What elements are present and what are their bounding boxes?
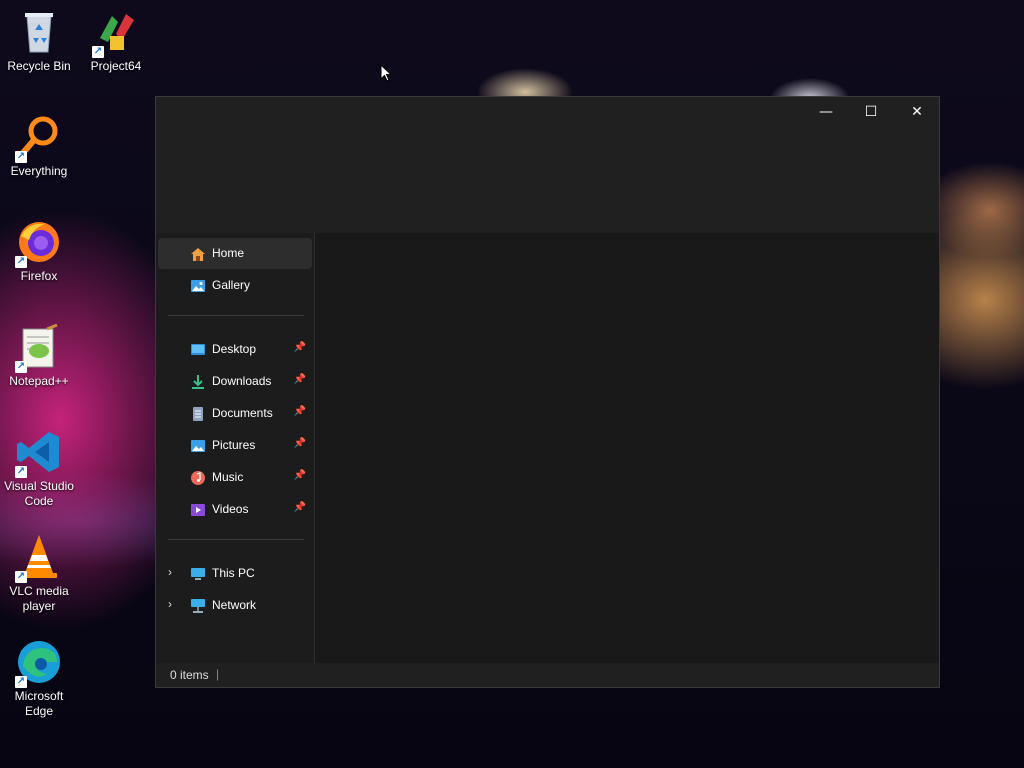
documents-icon [193,407,203,421]
nav-item-label: Videos [212,502,249,516]
close-icon: ✕ [911,104,923,120]
nav-divider [168,539,304,540]
file-explorer-window[interactable]: — ☐ ✕ Home Gallery Desktop 📌 Downloads 📌… [155,96,940,688]
vscode-icon: ↗ [15,428,63,478]
firefox-icon: ↗ [15,218,63,268]
maximize-icon: ☐ [864,104,878,120]
vlc-icon: ↗ [15,533,63,583]
shortcut-arrow-icon: ↗ [15,571,27,583]
close-button[interactable]: ✕ [894,97,940,127]
desktop-icon-everything[interactable]: ↗ Everything [1,113,77,179]
home-icon [191,248,205,261]
nav-item-desktop[interactable]: Desktop 📌 [158,334,312,365]
nav-item-label: Network [212,598,257,612]
desktop-icon-edge[interactable]: ↗ Microsoft Edge [1,638,77,719]
nav-item-label: Music [212,470,244,484]
gallery-icon [191,280,205,292]
everything-icon: ↗ [15,113,63,163]
desktop-icon-label: Visual Studio Code [4,479,74,508]
nav-item-gallery[interactable]: Gallery [158,270,312,301]
notepadpp-icon: ↗ [15,323,63,373]
network-icon [191,599,205,613]
nav-item-label: Home [212,246,245,260]
status-bar: 0 items | [156,663,939,687]
desktop-icon-label: Everything [10,164,68,178]
maximize-button[interactable]: ☐ [848,97,894,127]
desktop-icon-notepadpp[interactable]: ↗ Notepad++ [1,323,77,389]
pictures-icon [191,440,205,452]
mouse-cursor-icon [380,64,392,82]
shortcut-arrow-icon: ↗ [15,256,27,268]
nav-item-label: Downloads [212,374,272,388]
edge-icon: ↗ [15,638,63,688]
nav-item-home[interactable]: Home [158,238,312,269]
desktop-icon-firefox[interactable]: ↗ Firefox [1,218,77,284]
chevron-right-icon[interactable]: › [168,565,172,579]
nav-divider [168,315,304,316]
desktop-icon-vscode[interactable]: ↗ Visual Studio Code [1,428,77,509]
pin-icon: 📌 [293,502,306,513]
nav-item-videos[interactable]: Videos 📌 [158,494,312,525]
pin-icon: 📌 [293,438,306,449]
minimize-button[interactable]: — [803,97,849,127]
item-count: 0 items [170,668,209,682]
nav-item-label: Gallery [212,278,251,292]
nav-item-label: Pictures [212,438,256,452]
navigation-pane[interactable]: Home Gallery Desktop 📌 Downloads 📌 Docum… [156,233,315,663]
nav-item-label: This PC [212,566,255,580]
pin-icon: 📌 [293,342,306,353]
status-divider: | [216,667,220,681]
file-list-area[interactable] [315,233,939,663]
desktop-icon-label: Recycle Bin [7,59,71,73]
desktop-icon-label: Microsoft Edge [14,689,64,718]
downloads-icon [192,375,204,389]
nav-item-music[interactable]: Music 📌 [158,462,312,493]
desktop-icon-vlc[interactable]: ↗ VLC media player [1,533,77,614]
this-pc-icon [191,568,205,580]
nav-item-network[interactable]: › Network [158,590,312,621]
title-bar[interactable]: — ☐ ✕ [156,97,939,232]
nav-item-this-pc[interactable]: › This PC [158,558,312,589]
project64-icon: ↗ [92,8,140,58]
pin-icon: 📌 [293,406,306,417]
minimize-icon: — [819,104,833,120]
nav-item-pictures[interactable]: Pictures 📌 [158,430,312,461]
desktop-icon-label: Firefox [20,269,58,283]
nav-item-label: Desktop [212,342,257,356]
shortcut-arrow-icon: ↗ [15,466,27,478]
music-icon [191,471,205,485]
pin-icon: 📌 [293,470,306,481]
shortcut-arrow-icon: ↗ [15,151,27,163]
nav-item-documents[interactable]: Documents 📌 [158,398,312,429]
desktop-icon-recycle-bin[interactable]: Recycle Bin [1,8,77,74]
recycle-bin-icon [15,8,63,56]
desktop-folder-icon [191,344,205,355]
shortcut-arrow-icon: ↗ [92,46,104,58]
nav-item-downloads[interactable]: Downloads 📌 [158,366,312,397]
desktop-icon-label: VLC media player [9,584,69,613]
nav-item-label: Documents [212,406,273,420]
shortcut-arrow-icon: ↗ [15,361,27,373]
pin-icon: 📌 [293,374,306,385]
desktop-icon-label: Notepad++ [9,374,69,388]
desktop-icon-label: Project64 [90,59,142,73]
shortcut-arrow-icon: ↗ [15,676,27,688]
chevron-right-icon[interactable]: › [168,597,172,611]
desktop-icon-project64[interactable]: ↗ Project64 [78,8,154,74]
videos-icon [191,504,205,516]
